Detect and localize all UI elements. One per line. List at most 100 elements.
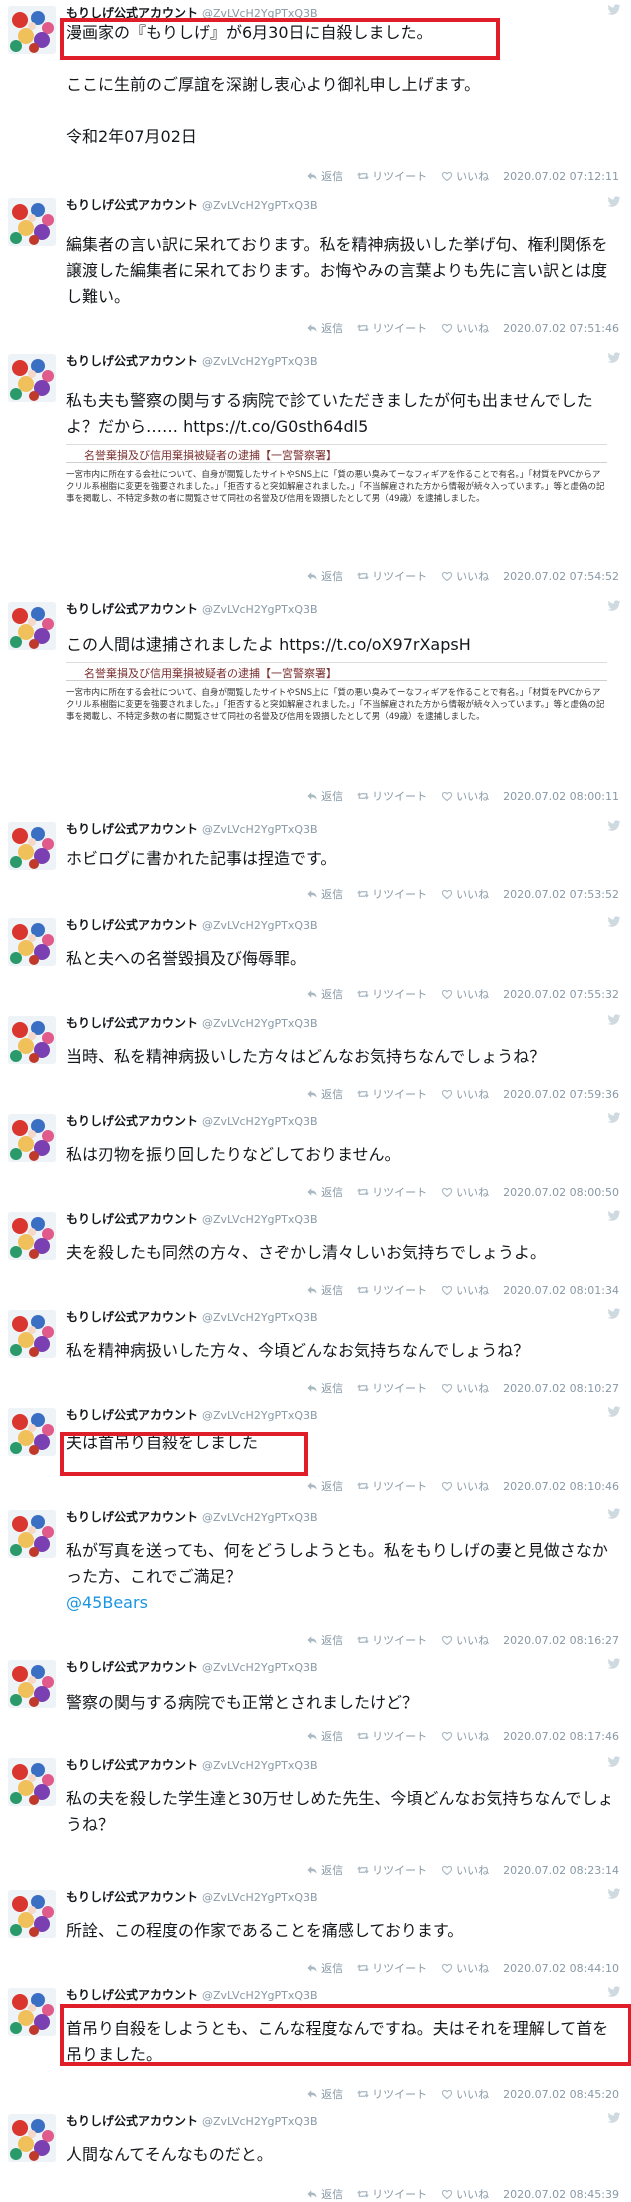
author-name[interactable]: もりしげ公式アカウント — [66, 1114, 198, 1128]
timestamp[interactable]: 2020.07.02 08:45:20 — [503, 2088, 619, 2101]
reply-button[interactable]: 返信 — [306, 1086, 343, 1102]
avatar[interactable] — [8, 1890, 56, 1938]
author-name[interactable]: もりしげ公式アカウント — [66, 1660, 198, 1674]
timestamp[interactable]: 2020.07.02 07:55:32 — [503, 988, 619, 1001]
reply-button[interactable]: 返信 — [306, 320, 343, 336]
author-name[interactable]: もりしげ公式アカウント — [66, 2114, 198, 2128]
avatar[interactable] — [8, 1988, 56, 2036]
reply-button[interactable]: 返信 — [306, 1478, 343, 1494]
avatar[interactable] — [8, 918, 56, 966]
timestamp[interactable]: 2020.07.02 08:17:46 — [503, 1730, 619, 1743]
avatar[interactable] — [8, 602, 56, 650]
timestamp[interactable]: 2020.07.02 07:59:36 — [503, 1088, 619, 1101]
avatar[interactable] — [8, 1510, 56, 1558]
like-button[interactable]: いいね — [441, 1862, 489, 1878]
retweet-button[interactable]: リツイート — [357, 1632, 427, 1648]
reply-button[interactable]: 返信 — [306, 1862, 343, 1878]
tweet-author[interactable]: もりしげ公式アカウント @ZvLVcH2YgPTxQ3B — [66, 1014, 318, 1031]
like-button[interactable]: いいね — [441, 1478, 489, 1494]
reply-button[interactable]: 返信 — [306, 1282, 343, 1298]
tweet-author[interactable]: もりしげ公式アカウント @ZvLVcH2YgPTxQ3B — [66, 1986, 318, 2003]
timestamp[interactable]: 2020.07.02 07:12:11 — [503, 170, 619, 183]
author-name[interactable]: もりしげ公式アカウント — [66, 354, 198, 368]
avatar[interactable] — [8, 1408, 56, 1456]
link-card[interactable]: 名誉棄損及び信用棄損被疑者の逮捕【一宮警察署】 一宮市内に所在する会社について、自… — [66, 662, 607, 731]
tweet-author[interactable]: もりしげ公式アカウント @ZvLVcH2YgPTxQ3B — [66, 1210, 318, 1227]
tweet-author[interactable]: もりしげ公式アカウント @ZvLVcH2YgPTxQ3B — [66, 1308, 318, 1325]
avatar[interactable] — [8, 198, 56, 246]
author-name[interactable]: もりしげ公式アカウント — [66, 1890, 198, 1904]
author-handle[interactable]: @ZvLVcH2YgPTxQ3B — [202, 1017, 318, 1030]
retweet-button[interactable]: リツイート — [357, 1478, 427, 1494]
reply-button[interactable]: 返信 — [306, 568, 343, 584]
mention-link[interactable]: @45Bears — [66, 1593, 148, 1612]
reply-button[interactable]: 返信 — [306, 168, 343, 184]
reply-button[interactable]: 返信 — [306, 986, 343, 1002]
author-name[interactable]: もりしげ公式アカウント — [66, 602, 198, 616]
tweet-author[interactable]: もりしげ公式アカウント @ZvLVcH2YgPTxQ3B — [66, 820, 318, 837]
avatar[interactable] — [8, 1114, 56, 1162]
tweet-author[interactable]: もりしげ公式アカウント @ZvLVcH2YgPTxQ3B — [66, 1658, 318, 1675]
like-button[interactable]: いいね — [441, 2086, 489, 2102]
reply-button[interactable]: 返信 — [306, 1380, 343, 1396]
timestamp[interactable]: 2020.07.02 08:16:27 — [503, 1634, 619, 1647]
timestamp[interactable]: 2020.07.02 08:44:10 — [503, 1962, 619, 1975]
reply-button[interactable]: 返信 — [306, 788, 343, 804]
author-handle[interactable]: @ZvLVcH2YgPTxQ3B — [202, 919, 318, 932]
retweet-button[interactable]: リツイート — [357, 1960, 427, 1976]
avatar[interactable] — [8, 822, 56, 870]
retweet-button[interactable]: リツイート — [357, 320, 427, 336]
link-card[interactable]: 名誉棄損及び信用棄損被疑者の逮捕【一宮警察署】 一宮市内に所在する会社について、自… — [66, 444, 607, 513]
author-name[interactable]: もりしげ公式アカウント — [66, 1408, 198, 1422]
retweet-button[interactable]: リツイート — [357, 986, 427, 1002]
like-button[interactable]: いいね — [441, 568, 489, 584]
author-handle[interactable]: @ZvLVcH2YgPTxQ3B — [202, 823, 318, 836]
author-handle[interactable]: @ZvLVcH2YgPTxQ3B — [202, 1409, 318, 1422]
author-handle[interactable]: @ZvLVcH2YgPTxQ3B — [202, 1759, 318, 1772]
avatar[interactable] — [8, 1758, 56, 1806]
retweet-button[interactable]: リツイート — [357, 168, 427, 184]
timestamp[interactable]: 2020.07.02 07:51:46 — [503, 322, 619, 335]
avatar[interactable] — [8, 6, 56, 54]
author-handle[interactable]: @ZvLVcH2YgPTxQ3B — [202, 1989, 318, 2002]
like-button[interactable]: いいね — [441, 1184, 489, 1200]
timestamp[interactable]: 2020.07.02 08:00:11 — [503, 790, 619, 803]
author-handle[interactable]: @ZvLVcH2YgPTxQ3B — [202, 355, 318, 368]
timestamp[interactable]: 2020.07.02 07:53:52 — [503, 888, 619, 901]
author-handle[interactable]: @ZvLVcH2YgPTxQ3B — [202, 603, 318, 616]
timestamp[interactable]: 2020.07.02 08:10:27 — [503, 1382, 619, 1395]
like-button[interactable]: いいね — [441, 1728, 489, 1744]
author-name[interactable]: もりしげ公式アカウント — [66, 1510, 198, 1524]
author-name[interactable]: もりしげ公式アカウント — [66, 1212, 198, 1226]
timestamp[interactable]: 2020.07.02 08:00:50 — [503, 1186, 619, 1199]
retweet-button[interactable]: リツイート — [357, 1862, 427, 1878]
avatar[interactable] — [8, 1310, 56, 1358]
retweet-button[interactable]: リツイート — [357, 788, 427, 804]
timestamp[interactable]: 2020.07.02 07:54:52 — [503, 570, 619, 583]
tweet-author[interactable]: もりしげ公式アカウント @ZvLVcH2YgPTxQ3B — [66, 916, 318, 933]
like-button[interactable]: いいね — [441, 1086, 489, 1102]
author-handle[interactable]: @ZvLVcH2YgPTxQ3B — [202, 1511, 318, 1524]
author-handle[interactable]: @ZvLVcH2YgPTxQ3B — [202, 1311, 318, 1324]
author-name[interactable]: もりしげ公式アカウント — [66, 1758, 198, 1772]
avatar[interactable] — [8, 1212, 56, 1260]
tweet-author[interactable]: もりしげ公式アカウント @ZvLVcH2YgPTxQ3B — [66, 1508, 318, 1525]
reply-button[interactable]: 返信 — [306, 2086, 343, 2102]
author-handle[interactable]: @ZvLVcH2YgPTxQ3B — [202, 1891, 318, 1904]
retweet-button[interactable]: リツイート — [357, 1728, 427, 1744]
author-name[interactable]: もりしげ公式アカウント — [66, 918, 198, 932]
timestamp[interactable]: 2020.07.02 08:10:46 — [503, 1480, 619, 1493]
like-button[interactable]: いいね — [441, 986, 489, 1002]
author-handle[interactable]: @ZvLVcH2YgPTxQ3B — [202, 1213, 318, 1226]
reply-button[interactable]: 返信 — [306, 1632, 343, 1648]
avatar[interactable] — [8, 2114, 56, 2162]
timestamp[interactable]: 2020.07.02 08:01:34 — [503, 1284, 619, 1297]
author-handle[interactable]: @ZvLVcH2YgPTxQ3B — [202, 2115, 318, 2128]
reply-button[interactable]: 返信 — [306, 2186, 343, 2202]
author-name[interactable]: もりしげ公式アカウント — [66, 198, 198, 212]
author-handle[interactable]: @ZvLVcH2YgPTxQ3B — [202, 199, 318, 212]
avatar[interactable] — [8, 1016, 56, 1064]
tweet-author[interactable]: もりしげ公式アカウント @ZvLVcH2YgPTxQ3B — [66, 1756, 318, 1773]
tweet-author[interactable]: もりしげ公式アカウント @ZvLVcH2YgPTxQ3B — [66, 1406, 318, 1423]
tweet-author[interactable]: もりしげ公式アカウント @ZvLVcH2YgPTxQ3B — [66, 2112, 318, 2129]
